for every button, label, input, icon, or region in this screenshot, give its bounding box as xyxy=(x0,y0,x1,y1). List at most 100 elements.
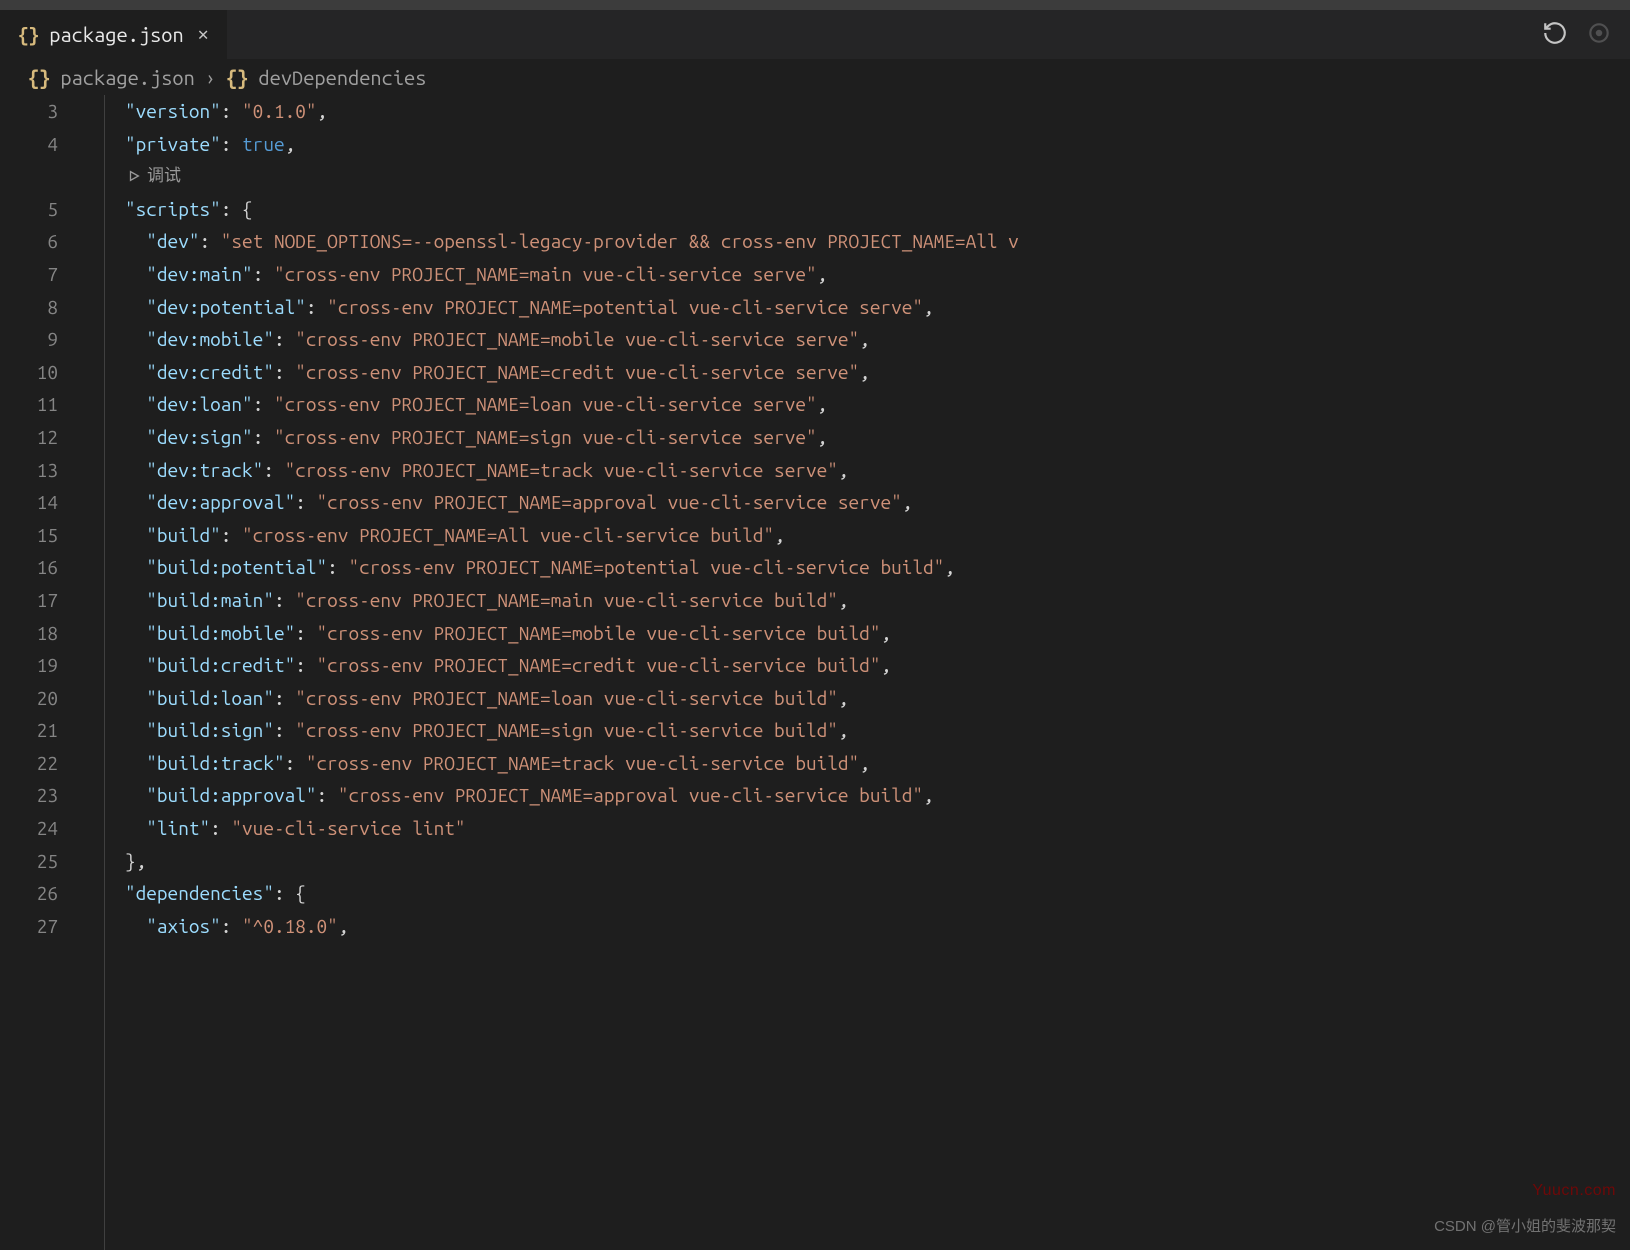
json-trail: , xyxy=(880,649,891,682)
code-line[interactable]: "dev": "set NODE_OPTIONS=--openssl-legac… xyxy=(125,225,1630,258)
code-line[interactable]: "dev:track": "cross-env PROJECT_NAME=tra… xyxy=(125,454,1630,487)
code-line[interactable]: "dependencies": { xyxy=(125,877,1630,910)
json-value: "cross-env PROJECT_NAME=track vue-cli-se… xyxy=(306,747,859,780)
code-line[interactable]: "dev:mobile": "cross-env PROJECT_NAME=mo… xyxy=(125,323,1630,356)
json-key: "version" xyxy=(125,95,221,128)
code-line[interactable]: "dev:potential": "cross-env PROJECT_NAME… xyxy=(125,291,1630,324)
json-value: "cross-env PROJECT_NAME=track vue-cli-se… xyxy=(285,454,838,487)
json-key: "build:sign" xyxy=(146,714,274,747)
json-trail: , xyxy=(838,682,849,715)
json-key: "build:potential" xyxy=(146,551,327,584)
line-number: 27 xyxy=(0,910,58,943)
code-line[interactable]: "private": true, xyxy=(125,128,1630,161)
json-trail: , xyxy=(923,291,934,324)
code-line[interactable]: "build:credit": "cross-env PROJECT_NAME=… xyxy=(125,649,1630,682)
line-number: 3 xyxy=(0,95,58,128)
json-file-icon: {} xyxy=(28,66,50,89)
json-separator: : xyxy=(221,910,242,943)
json-trail: , xyxy=(285,128,296,161)
json-key: "build" xyxy=(146,519,220,552)
line-number: 12 xyxy=(0,421,58,454)
code-line[interactable]: "build:track": "cross-env PROJECT_NAME=t… xyxy=(125,747,1630,780)
line-number: 23 xyxy=(0,779,58,812)
json-key: "scripts" xyxy=(125,193,221,226)
json-value: "vue-cli-service lint" xyxy=(231,812,465,845)
code-line[interactable]: "scripts": { xyxy=(125,193,1630,226)
code-line[interactable]: }, xyxy=(125,845,1630,878)
window-title-strip xyxy=(0,0,1630,10)
code-line[interactable]: "version": "0.1.0", xyxy=(125,95,1630,128)
json-key: "axios" xyxy=(146,910,220,943)
json-separator: : xyxy=(253,421,274,454)
json-separator: : xyxy=(221,193,242,226)
json-key: "dev:loan" xyxy=(146,388,252,421)
line-number: 25 xyxy=(0,845,58,878)
code-line[interactable]: "build:loan": "cross-env PROJECT_NAME=lo… xyxy=(125,682,1630,715)
json-value: { xyxy=(295,877,306,910)
line-number: 19 xyxy=(0,649,58,682)
json-separator: : xyxy=(253,258,274,291)
json-key: "build:mobile" xyxy=(146,617,295,650)
json-separator: : xyxy=(274,714,295,747)
line-number-gutter: 3456789101112131415161718192021222324252… xyxy=(0,95,78,1250)
close-icon[interactable]: ✕ xyxy=(194,24,213,45)
code-line[interactable]: "dev:credit": "cross-env PROJECT_NAME=cr… xyxy=(125,356,1630,389)
json-key: "dev" xyxy=(146,225,199,258)
line-number: 11 xyxy=(0,388,58,421)
code-line[interactable]: "lint": "vue-cli-service lint" xyxy=(125,812,1630,845)
json-trail: , xyxy=(338,910,349,943)
line-number: 18 xyxy=(0,617,58,650)
chevron-right-icon: › xyxy=(205,66,216,89)
json-trail: , xyxy=(859,747,870,780)
code-line[interactable]: "build:main": "cross-env PROJECT_NAME=ma… xyxy=(125,584,1630,617)
json-value: "cross-env PROJECT_NAME=approval vue-cli… xyxy=(338,779,923,812)
code-line[interactable]: 调试 xyxy=(125,160,1630,193)
breadcrumb-file[interactable]: package.json xyxy=(60,66,194,89)
code-line[interactable]: "build:potential": "cross-env PROJECT_NA… xyxy=(125,551,1630,584)
json-key: "dev:main" xyxy=(146,258,252,291)
code-line[interactable]: "axios": "^0.18.0", xyxy=(125,910,1630,943)
line-number: 6 xyxy=(0,225,58,258)
line-number: 9 xyxy=(0,323,58,356)
json-value: "0.1.0" xyxy=(242,95,316,128)
codelens-debug[interactable]: 调试 xyxy=(125,160,181,193)
json-key: "private" xyxy=(125,128,221,161)
json-trail: , xyxy=(944,551,955,584)
tab-package-json[interactable]: {} package.json ✕ xyxy=(0,10,228,59)
json-value: "set NODE_OPTIONS=--openssl-legacy-provi… xyxy=(221,225,1019,258)
line-number: 20 xyxy=(0,682,58,715)
json-separator: : xyxy=(274,877,295,910)
code-line[interactable]: "build:sign": "cross-env PROJECT_NAME=si… xyxy=(125,714,1630,747)
code-line[interactable]: "build:mobile": "cross-env PROJECT_NAME=… xyxy=(125,617,1630,650)
line-number: 17 xyxy=(0,584,58,617)
json-trail: , xyxy=(817,421,828,454)
code-line[interactable]: "dev:approval": "cross-env PROJECT_NAME=… xyxy=(125,486,1630,519)
code-line[interactable]: "dev:sign": "cross-env PROJECT_NAME=sign… xyxy=(125,421,1630,454)
json-key: "dependencies" xyxy=(125,877,274,910)
json-separator: : xyxy=(263,454,284,487)
json-trail: , xyxy=(817,388,828,421)
revert-icon[interactable] xyxy=(1542,20,1568,50)
code-line[interactable]: "build:approval": "cross-env PROJECT_NAM… xyxy=(125,779,1630,812)
json-trail: , xyxy=(317,95,328,128)
json-key: "build:track" xyxy=(146,747,284,780)
json-separator: : xyxy=(274,356,295,389)
json-separator: : xyxy=(274,323,295,356)
json-separator: : xyxy=(221,128,242,161)
json-separator: : xyxy=(274,682,295,715)
json-trail: , xyxy=(774,519,785,552)
code-line[interactable]: "dev:loan": "cross-env PROJECT_NAME=loan… xyxy=(125,388,1630,421)
json-value: "cross-env PROJECT_NAME=main vue-cli-ser… xyxy=(274,258,817,291)
line-number: 22 xyxy=(0,747,58,780)
code-line[interactable]: "dev:main": "cross-env PROJECT_NAME=main… xyxy=(125,258,1630,291)
code-line[interactable]: "build": "cross-env PROJECT_NAME=All vue… xyxy=(125,519,1630,552)
breadcrumb[interactable]: {} package.json › {} devDependencies xyxy=(0,59,1630,95)
json-value: "cross-env PROJECT_NAME=sign vue-cli-ser… xyxy=(295,714,838,747)
more-icon[interactable] xyxy=(1586,20,1612,50)
line-number: 14 xyxy=(0,486,58,519)
json-value: "cross-env PROJECT_NAME=mobile vue-cli-s… xyxy=(317,617,881,650)
indent-guide-1 xyxy=(100,95,125,1250)
breadcrumb-section[interactable]: devDependencies xyxy=(258,66,426,89)
code-area[interactable]: "version": "0.1.0","private": true,调试"sc… xyxy=(125,95,1630,1250)
editor[interactable]: 3456789101112131415161718192021222324252… xyxy=(0,95,1630,1250)
